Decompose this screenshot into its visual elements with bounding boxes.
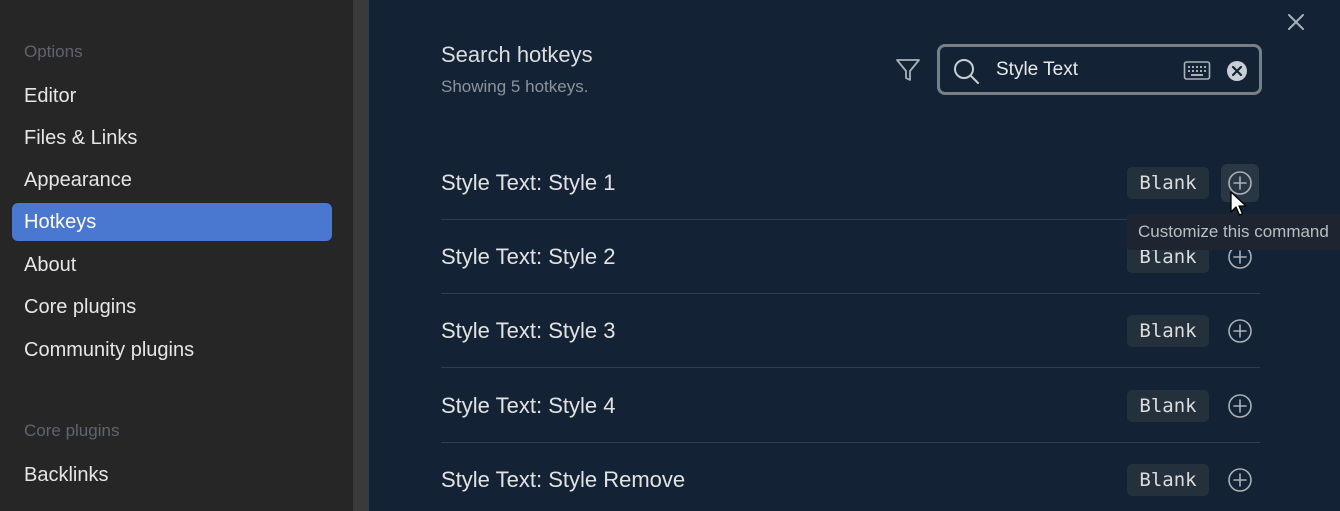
- hotkey-command-label: Style Text: Style 1: [441, 169, 616, 195]
- options-heading: Options: [24, 42, 83, 61]
- plus-circle-icon: [1228, 468, 1252, 492]
- add-hotkey-button[interactable]: [1221, 312, 1259, 350]
- hotkey-command-label: Style Text: Style 4: [441, 392, 616, 418]
- sidebar-item-about[interactable]: About: [12, 246, 332, 284]
- clear-icon[interactable]: [1226, 60, 1248, 82]
- hotkey-badge: Blank: [1127, 166, 1209, 199]
- hotkey-row: Style Text: Style 3 Blank: [441, 294, 1260, 368]
- tooltip-arrow: [1229, 206, 1245, 214]
- hotkey-badge: Blank: [1127, 314, 1209, 347]
- hotkey-badge: Blank: [1127, 389, 1209, 422]
- hotkey-command-label: Style Text: Style 3: [441, 317, 616, 343]
- filter-button[interactable]: [892, 55, 924, 85]
- add-hotkey-button[interactable]: [1221, 163, 1259, 202]
- hotkeys-panel: Search hotkeys Showing 5 hotkeys. Style …: [369, 0, 1340, 511]
- hotkey-row: Style Text: Style 4 Blank: [441, 369, 1260, 443]
- tooltip: Customize this command: [1127, 214, 1340, 250]
- sidebar-item-community-plugins[interactable]: Community plugins: [12, 331, 332, 369]
- hotkey-command-label: Style Text: Style 2: [441, 243, 616, 269]
- hotkey-count: Showing 5 hotkeys.: [441, 77, 589, 96]
- sidebar-divider[interactable]: [353, 0, 369, 511]
- add-hotkey-button[interactable]: [1221, 387, 1259, 425]
- add-hotkey-button[interactable]: [1221, 461, 1259, 499]
- close-icon: [1288, 14, 1304, 30]
- hotkey-row: Style Text: Style Remove Blank: [441, 443, 1260, 511]
- hotkey-search-input[interactable]: [996, 55, 1176, 85]
- close-button[interactable]: [1282, 8, 1310, 36]
- settings-sidebar: Options Editor Files & Links Appearance …: [0, 0, 353, 511]
- sidebar-item-backlinks[interactable]: Backlinks: [12, 456, 332, 494]
- sidebar-item-files-links[interactable]: Files & Links: [12, 119, 332, 157]
- settings-window: Options Editor Files & Links Appearance …: [0, 0, 1340, 511]
- plus-circle-icon: [1228, 318, 1252, 343]
- sidebar-item-editor[interactable]: Editor: [12, 77, 332, 115]
- sidebar-item-core-plugins[interactable]: Core plugins: [12, 288, 332, 326]
- sidebar-item-hotkeys[interactable]: Hotkeys: [12, 203, 332, 241]
- hotkey-row: Style Text: Style 1 Blank: [441, 146, 1260, 220]
- hotkey-badge: Blank: [1127, 464, 1209, 496]
- filter-icon: [896, 59, 920, 81]
- keyboard-icon[interactable]: [1183, 59, 1211, 83]
- plus-circle-icon: [1228, 393, 1252, 418]
- core-plugins-heading: Core plugins: [24, 421, 120, 440]
- hotkey-command-label: Style Text: Style Remove: [441, 467, 686, 492]
- page-title: Search hotkeys: [441, 42, 593, 67]
- hotkey-search-box: [937, 44, 1262, 95]
- sidebar-item-appearance[interactable]: Appearance: [12, 161, 332, 199]
- search-icon: [954, 59, 979, 84]
- plus-circle-icon: [1228, 170, 1252, 195]
